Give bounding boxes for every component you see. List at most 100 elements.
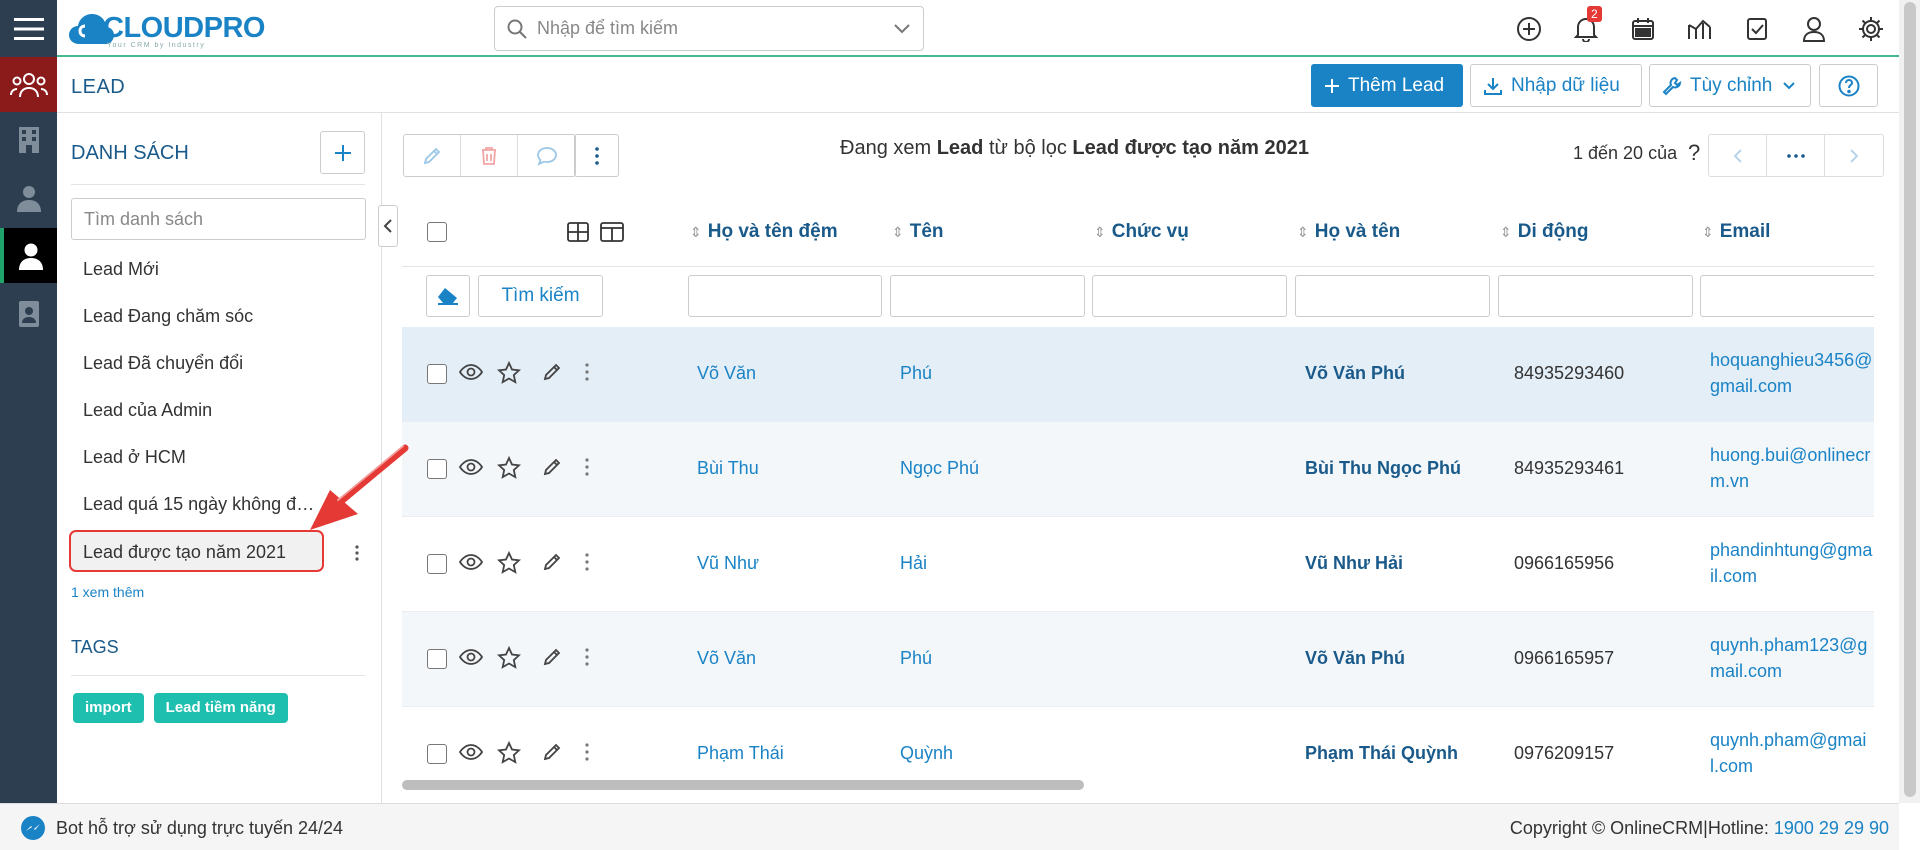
eye-icon[interactable] [459,363,483,381]
cell-email[interactable]: hoquanghieu3456@gmail.com [1710,347,1874,399]
sidebar-item-lead-caring[interactable]: Lead Đang chăm sóc [71,293,321,340]
page-scrollbar[interactable] [1899,0,1920,803]
table-row[interactable]: Võ Văn Phú Võ Văn Phú 84935293460 hoquanghie… [402,327,1874,422]
import-data-button[interactable]: Nhập dữ liệu [1470,64,1642,107]
sidebar-item-lead-converted[interactable]: Lead Đã chuyển đổi [71,340,321,387]
prev-page-button[interactable] [1709,135,1767,176]
toolbar-more-button[interactable] [574,134,619,177]
rail-item-documents[interactable] [0,286,57,341]
eye-icon[interactable] [459,648,483,666]
more-vertical-icon[interactable] [585,648,589,666]
sidebar-item-lead-admin[interactable]: Lead của Admin [71,387,321,434]
cell-first-name[interactable]: Hải [900,553,927,574]
cell-full-name[interactable]: Võ Văn Phú [1305,648,1405,669]
filter-input-middle-name[interactable] [688,275,882,317]
column-header-middle-name[interactable]: ⇕ Họ và tên đệm [690,221,838,243]
add-list-button[interactable] [320,131,365,174]
star-icon[interactable] [497,361,521,385]
filter-input-full-name[interactable] [1295,275,1490,317]
eye-icon[interactable] [459,458,483,476]
row-checkbox[interactable] [427,554,447,574]
star-icon[interactable] [497,646,521,670]
cell-email[interactable]: phandinhtung@gmail.com [1710,537,1874,589]
select-all-checkbox[interactable] [427,222,447,242]
column-header-mobile[interactable]: ⇕ Di động [1500,221,1588,243]
rail-item-customers[interactable] [0,57,57,112]
cell-middle-name[interactable]: Phạm Thái [697,743,784,764]
more-vertical-icon[interactable] [585,363,589,381]
paging-total-unknown[interactable]: ? [1688,140,1700,166]
reports-chart-icon[interactable] [1671,0,1728,57]
row-checkbox[interactable] [427,459,447,479]
filter-input-mobile[interactable] [1498,275,1693,317]
cell-first-name[interactable]: Phú [900,648,932,669]
help-button[interactable] [1819,64,1878,107]
cell-email[interactable]: huong.bui@onlinecrm.vn [1710,442,1874,494]
more-vertical-icon[interactable] [585,458,589,476]
cell-first-name[interactable]: Ngọc Phú [900,458,979,479]
cell-email[interactable]: quynh.pham123@gmail.com [1710,632,1874,684]
pencil-icon[interactable] [542,647,562,667]
more-vertical-icon[interactable] [585,553,589,571]
cell-middle-name[interactable]: Võ Văn [697,363,756,384]
settings-gear-icon[interactable] [1842,0,1899,57]
cell-full-name[interactable]: Phạm Thái Quỳnh [1305,743,1458,764]
bulk-comment-button[interactable] [518,135,575,176]
filter-input-first-name[interactable] [890,275,1085,317]
more-vertical-icon[interactable] [585,743,589,761]
list-search-input[interactable] [71,198,366,240]
next-page-button[interactable] [1825,135,1883,176]
tasks-check-icon[interactable] [1728,0,1785,57]
hotline-link[interactable]: 1900 29 29 90 [1774,818,1889,838]
bulk-edit-button[interactable] [404,135,461,176]
cell-full-name[interactable]: Vũ Như Hải [1305,553,1403,574]
table-horizontal-scrollbar[interactable] [402,780,1084,790]
search-filter-button[interactable]: Tìm kiếm [478,275,603,317]
see-more-link[interactable]: 1 xem thêm [71,584,144,600]
global-search[interactable] [494,6,924,51]
rail-item-contacts[interactable] [0,170,57,225]
pencil-icon[interactable] [542,457,562,477]
bot-support[interactable]: Bot hỗ trợ sử dụng trực tuyến 24/24 [20,815,343,841]
list-more-icon[interactable] [346,532,368,574]
menu-icon[interactable] [0,0,57,57]
column-header-email[interactable]: ⇕ Email [1702,221,1770,243]
row-checkbox[interactable] [427,649,447,669]
grid-view-icon[interactable] [567,222,589,242]
column-header-full-name[interactable]: ⇕ Họ và tên [1297,221,1400,243]
row-checkbox[interactable] [427,744,447,764]
page-scrollbar-thumb[interactable] [1904,2,1916,797]
rail-item-organizations[interactable] [0,112,57,167]
cell-middle-name[interactable]: Võ Văn [697,648,756,669]
logo[interactable]: CLOUDPRO Your CRM by Industry [67,6,265,50]
row-checkbox[interactable] [427,364,447,384]
table-row[interactable]: Vũ Như Hải Vũ Như Hải 0966165956 phandinhtun… [402,517,1874,612]
tag-import[interactable]: import [73,693,144,723]
collapse-sidebar-button[interactable] [378,205,398,247]
cell-first-name[interactable]: Phú [900,363,932,384]
add-lead-button[interactable]: Thêm Lead [1311,64,1463,107]
pencil-icon[interactable] [542,362,562,382]
bulk-delete-button[interactable] [461,135,518,176]
calendar-icon[interactable] [1614,0,1671,57]
table-row[interactable]: Võ Văn Phú Võ Văn Phú 0966165957 quynh.pham1… [402,612,1874,707]
sidebar-item-lead-hcm[interactable]: Lead ở HCM [71,434,321,481]
global-search-input[interactable] [537,18,893,39]
cell-first-name[interactable]: Quỳnh [900,743,953,764]
tag-potential-lead[interactable]: Lead tiềm năng [153,693,288,723]
pencil-icon[interactable] [542,742,562,762]
notifications-icon[interactable]: 2 [1557,0,1614,57]
cell-middle-name[interactable]: Vũ Như [697,553,759,574]
table-row[interactable]: Phạm Thái Quỳnh Phạm Thái Quỳnh 0976209157 q… [402,707,1874,787]
cell-middle-name[interactable]: Bùi Thu [697,458,759,479]
eye-icon[interactable] [459,743,483,761]
cell-full-name[interactable]: Bùi Thu Ngọc Phú [1305,458,1461,479]
column-header-first-name[interactable]: ⇕ Tên [892,221,944,243]
sidebar-item-lead-new[interactable]: Lead Mới [71,246,321,293]
pencil-icon[interactable] [542,552,562,572]
sidebar-item-lead-15-days[interactable]: Lead quá 15 ngày không được chăm sóc [71,481,321,528]
cell-full-name[interactable]: Võ Văn Phú [1305,363,1405,384]
filter-input-email[interactable] [1700,275,1874,317]
quick-create-icon[interactable] [1500,0,1557,57]
cell-email[interactable]: quynh.pham@gmail.com [1710,727,1874,779]
